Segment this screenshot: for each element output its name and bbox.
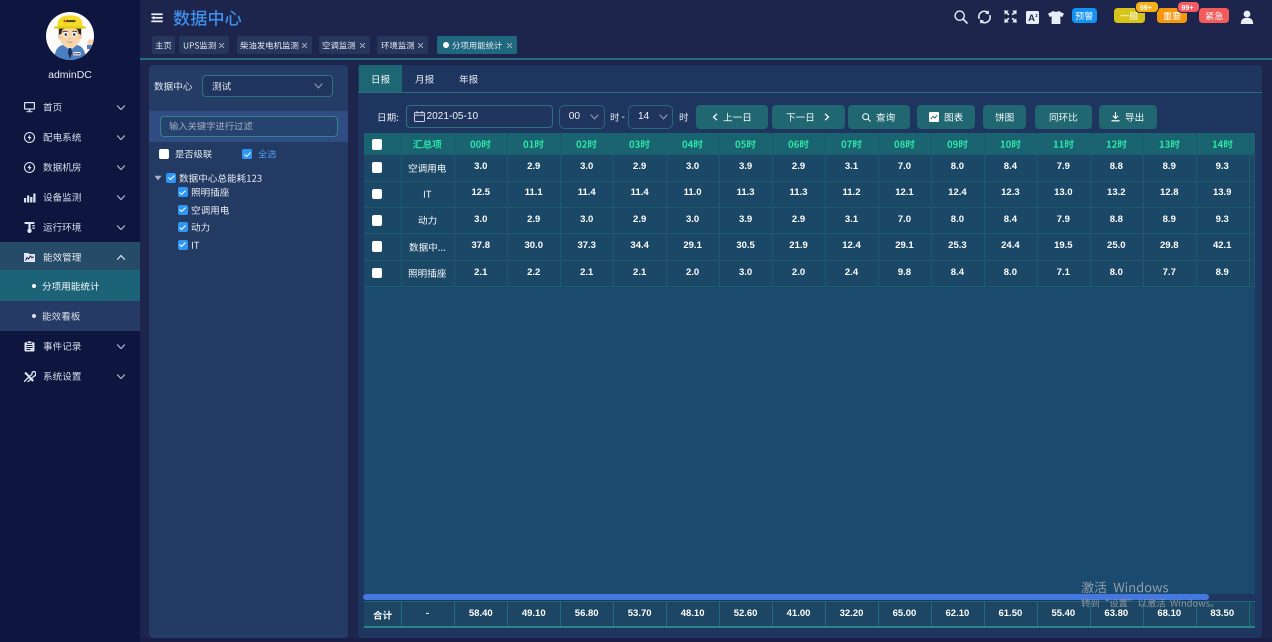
svg-text:A: A (1028, 13, 1035, 24)
